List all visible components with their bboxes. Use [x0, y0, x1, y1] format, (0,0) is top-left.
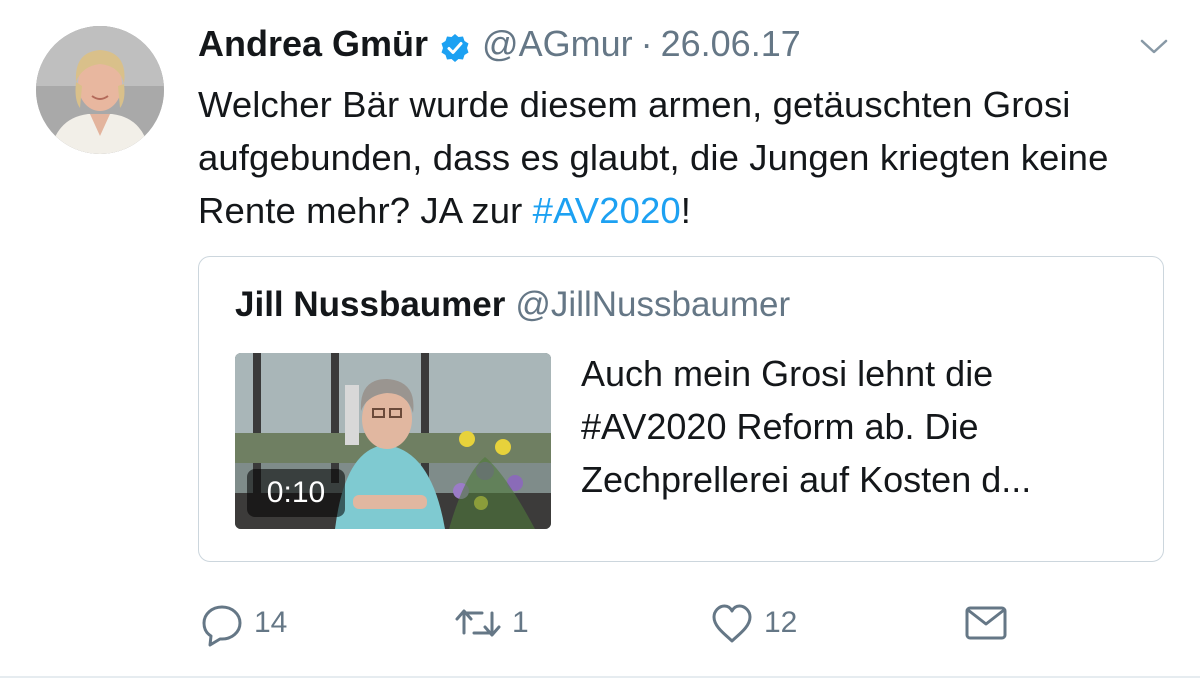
chevron-down-icon[interactable]	[1138, 30, 1170, 62]
tweet-text: Welcher Bär wurde diesem armen, getäusch…	[198, 78, 1158, 237]
tweet-header: Andrea Gmür @AGmur · 26.06.17	[198, 22, 1100, 66]
tweet-text-end: !	[680, 190, 692, 231]
like-button[interactable]: 12	[708, 598, 797, 648]
header-separator: ·	[640, 23, 653, 64]
reply-icon	[198, 599, 246, 647]
quoted-author-handle: @JillNussbaumer	[515, 285, 791, 324]
retweet-button[interactable]: 1	[452, 598, 529, 648]
like-count: 12	[764, 606, 798, 639]
direct-message-button[interactable]	[962, 598, 1010, 648]
verified-badge-icon	[440, 29, 470, 62]
author-name[interactable]: Andrea Gmür	[198, 22, 428, 66]
video-thumbnail[interactable]: 0:10	[235, 353, 551, 529]
video-duration-badge: 0:10	[247, 469, 345, 517]
quoted-tweet-text: Auch mein Grosi lehnt die #AV2020 Reform…	[581, 353, 1032, 500]
tweet-date[interactable]: 26.06.17	[661, 22, 801, 66]
author-avatar[interactable]	[36, 26, 164, 154]
like-heart-icon	[708, 599, 756, 647]
quoted-tweet-card[interactable]: Jill Nussbaumer @JillNussbaumer 0:10 Auc…	[198, 256, 1164, 562]
reply-button[interactable]: 14	[198, 598, 287, 648]
quoted-tweet-header: Jill Nussbaumer @JillNussbaumer	[235, 283, 790, 327]
quoted-author-name: Jill Nussbaumer	[235, 285, 506, 324]
tweet-actions: 14 1 12	[198, 598, 1038, 648]
retweet-icon	[452, 599, 504, 647]
reply-count: 14	[254, 606, 288, 639]
retweet-count: 1	[512, 606, 529, 639]
hashtag-link[interactable]: #AV2020	[533, 190, 681, 231]
author-handle[interactable]: @AGmur	[482, 22, 633, 66]
direct-message-icon	[962, 599, 1010, 647]
